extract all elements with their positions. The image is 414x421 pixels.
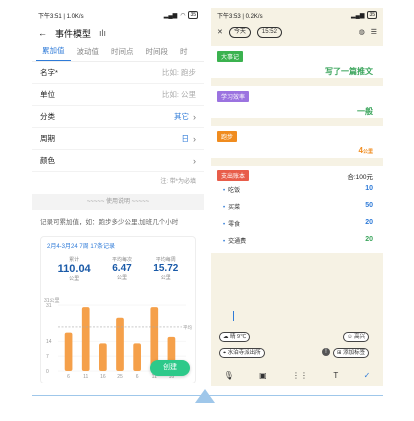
back-arrow-icon[interactable]: ←	[38, 28, 47, 38]
add-tag-chip[interactable]: ⊞ 添加标签	[333, 348, 370, 358]
bar	[116, 317, 124, 371]
bar	[81, 307, 90, 371]
editor-toolbar: 🎙 ▣ ⋮⋮ T ✓	[211, 364, 383, 386]
editor-header: ✕ 今天 15:52 ◍ ☰	[211, 22, 383, 42]
menu-icon[interactable]: ☰	[371, 28, 377, 36]
event-block-milestone[interactable]: 大事记 写了一篇推文	[211, 46, 383, 78]
check-icon[interactable]: ✓	[364, 371, 371, 380]
period-field[interactable]: 周期 日 ›	[32, 128, 204, 150]
chevron-right-icon: ›	[193, 133, 196, 144]
tab-cumulative[interactable]: 累加值	[36, 45, 71, 61]
page-title: 事件模型	[55, 28, 92, 39]
status-time: 下午3:51 | 1.0K/s	[38, 13, 84, 20]
required-note: 注: 带*为必填	[160, 179, 196, 185]
event-block-running[interactable]: 跑步 4公里	[211, 126, 383, 158]
status-time: 下午3:53 | 0.2K/s	[217, 13, 263, 20]
color-label: 颜色	[40, 156, 55, 165]
y-tick-label: 0	[46, 369, 49, 375]
tab-fluctuation[interactable]: 波动值	[71, 46, 106, 61]
expense-item: • 零食 20	[223, 219, 373, 228]
expense-item: • 买菜 50	[223, 202, 373, 211]
stat-avg-week: 平均每周 15.72 公里	[153, 257, 179, 281]
milestone-value: 写了一篇推文	[325, 67, 373, 76]
x-tick-label: 6	[136, 374, 139, 380]
category-field[interactable]: 分类 其它 ›	[32, 106, 204, 128]
event-block-study[interactable]: 学习效率 一般	[211, 86, 383, 118]
chevron-right-icon: ›	[193, 111, 196, 122]
period-value: 日	[181, 134, 190, 143]
tab-more[interactable]: 时	[174, 46, 194, 61]
unit-input[interactable]: 比如: 公里	[162, 89, 196, 100]
bar	[64, 332, 73, 371]
name-label: 名字*	[40, 68, 58, 77]
tab-bar: 累加值 波动值 时间点 时间段 时	[32, 44, 204, 62]
x-tick-label: 6	[67, 374, 70, 380]
expense-item: • 吃饭 10	[223, 185, 373, 194]
chart-icon[interactable]: ılı	[99, 28, 106, 38]
text-cursor	[233, 311, 234, 321]
image-icon[interactable]: ▣	[259, 371, 267, 380]
name-input[interactable]: 比如: 跑步	[162, 67, 196, 78]
usage-divider: ~~~~~ 使用说明 ~~~~~	[32, 194, 204, 210]
grid-icon[interactable]: ⋮⋮	[292, 371, 308, 380]
signal-icon: ▂▄▆	[163, 12, 178, 19]
x-tick-label: 25	[117, 374, 123, 380]
y-tick-label: 14	[46, 339, 52, 345]
unit-field[interactable]: 单位 比如: 公里	[32, 84, 204, 106]
stat-total: 累计 110.04 公里	[57, 257, 91, 282]
expense-header: 支出账本 合:100元	[211, 166, 383, 181]
status-bar: 下午3:53 | 0.2K/s ▂▄▆ 35	[211, 8, 383, 22]
info-icon[interactable]: !	[322, 348, 330, 356]
weather-chip[interactable]: ☁ 晴 9℃	[219, 332, 251, 342]
page-header: ← 事件模型 ılı	[32, 22, 204, 44]
date-pill[interactable]: 今天	[228, 26, 251, 38]
tab-time-point[interactable]: 时间点	[105, 46, 140, 61]
x-tick-label: 11	[83, 374, 88, 380]
tag-expense: 支出账本	[217, 170, 250, 181]
palette-icon[interactable]: ◍	[359, 28, 365, 36]
usage-description: 记录可累加值，如：跑步多少公里,加班几个小时	[40, 219, 179, 226]
close-icon[interactable]: ✕	[217, 28, 223, 36]
average-label: 平均	[183, 324, 192, 331]
location-chip[interactable]: ⌖ 水泊寺派出所	[219, 348, 265, 358]
right-phone-screen: 下午3:53 | 0.2K/s ▂▄▆ 35 ✕ 今天 15:52 ◍ ☰ 大事…	[211, 8, 383, 386]
expense-item: • 交通费 20	[223, 236, 373, 245]
chevron-right-icon: ›	[193, 155, 196, 166]
status-bar: 下午3:51 | 1.0K/s ▂▄▆ ◠ 35	[32, 8, 204, 22]
signal-icon: ▂▄▆	[350, 12, 365, 19]
color-field[interactable]: 颜色 ›	[32, 150, 204, 172]
running-value: 4公里	[358, 146, 373, 155]
card-stats: 累计 110.04 公里 平均每次 6.47 公里 平均每周 15.72 公里	[41, 254, 195, 284]
unit-label: 单位	[40, 90, 55, 99]
mood-chip[interactable]: ☺ 高兴	[343, 332, 370, 342]
name-field[interactable]: 名字* 比如: 跑步	[32, 62, 204, 84]
pointer-triangle	[195, 389, 215, 403]
category-label: 分类	[40, 112, 55, 121]
tag-milestone: 大事记	[217, 51, 244, 62]
create-button[interactable]: 创建	[150, 360, 190, 376]
y-tick-label: 7	[46, 354, 49, 360]
wifi-icon: ◠	[180, 12, 186, 19]
battery-icon: 35	[367, 11, 377, 19]
left-phone-screen: 下午3:51 | 1.0K/s ▂▄▆ ◠ 35 ← 事件模型 ılı 累加值 …	[32, 8, 204, 383]
time-pill[interactable]: 15:52	[256, 26, 282, 38]
text-format-icon[interactable]: T	[333, 371, 338, 380]
tab-time-period[interactable]: 时间段	[140, 46, 175, 61]
expense-total: 合:100元	[347, 174, 373, 181]
microphone-icon[interactable]: 🎙	[224, 371, 234, 380]
event-block-expense[interactable]: 支出账本 合:100元 • 吃饭 10 • 买菜 50 • 零食 20 • 交通费 20	[211, 166, 383, 253]
bar	[133, 343, 141, 371]
tag-study: 学习效率	[217, 91, 250, 102]
category-value: 其它	[174, 112, 189, 121]
study-value: 一般	[357, 107, 373, 116]
y-tick-label: 31	[46, 303, 52, 309]
period-label: 周期	[40, 134, 55, 143]
tag-running: 跑步	[217, 131, 238, 142]
stat-avg-each: 平均每次 6.47 公里	[111, 257, 132, 281]
battery-icon: 35	[188, 11, 198, 19]
card-date-range: 2月4-3月24 7周 17条记录	[47, 244, 116, 250]
bar	[99, 343, 107, 371]
x-tick-label: 16	[100, 374, 106, 380]
